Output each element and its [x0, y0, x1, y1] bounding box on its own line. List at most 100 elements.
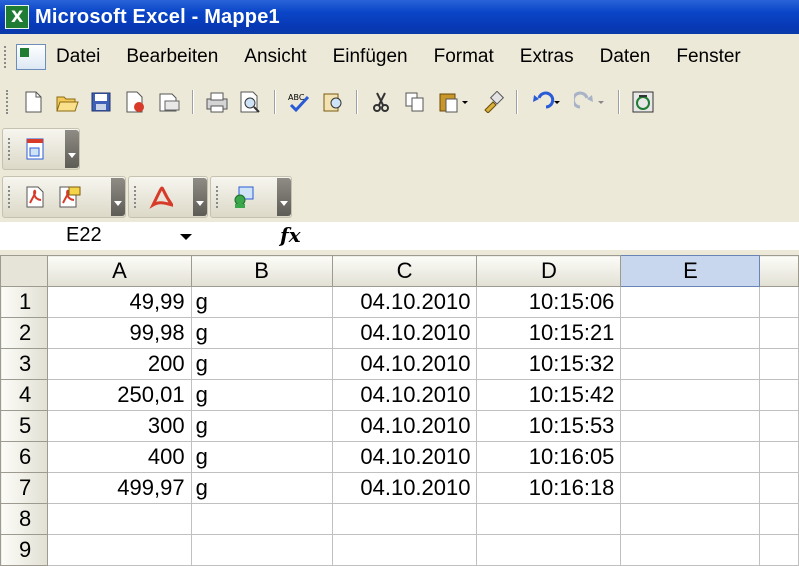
cell[interactable] [759, 472, 799, 504]
column-header-e[interactable]: E [620, 255, 761, 287]
row-header[interactable]: 4 [0, 379, 49, 411]
new-icon[interactable] [21, 90, 45, 114]
cell[interactable]: 499,97 [47, 472, 192, 504]
toolbar-grip[interactable] [6, 90, 12, 114]
menu-fenster[interactable]: Fenster [676, 46, 740, 68]
cell[interactable]: 10:15:32 [476, 348, 622, 380]
cell[interactable]: g [190, 472, 333, 504]
menu-ansicht[interactable]: Ansicht [244, 46, 306, 68]
cell[interactable]: 04.10.2010 [331, 317, 478, 349]
menu-extras[interactable]: Extras [520, 46, 574, 68]
cell[interactable] [620, 286, 761, 318]
toolbar-options-chevron[interactable] [65, 130, 79, 168]
insert-function-button[interactable]: fx [280, 223, 301, 247]
cell[interactable]: 04.10.2010 [331, 441, 478, 473]
menu-einfuegen[interactable]: Einfügen [333, 46, 408, 68]
cell[interactable] [759, 410, 799, 442]
cell[interactable]: g [190, 286, 333, 318]
pdf-email-icon[interactable] [57, 185, 81, 209]
toolbar-options-chevron[interactable] [193, 178, 207, 216]
format-painter-icon[interactable] [481, 90, 505, 114]
open-icon[interactable] [55, 90, 79, 114]
row-header[interactable]: 1 [0, 286, 49, 318]
cell[interactable]: 49,99 [47, 286, 192, 318]
cell[interactable] [759, 348, 799, 380]
cell[interactable]: 10:15:53 [476, 410, 622, 442]
toolbar-grip[interactable] [216, 186, 221, 208]
cell[interactable]: 250,01 [47, 379, 192, 411]
spelling-icon[interactable]: ABC [287, 90, 311, 114]
cell[interactable] [47, 534, 192, 566]
column-header-f[interactable] [759, 255, 799, 287]
cut-icon[interactable] [369, 90, 393, 114]
cell[interactable]: g [190, 317, 333, 349]
print-icon[interactable] [205, 90, 229, 114]
cell[interactable]: 400 [47, 441, 192, 473]
cell[interactable] [620, 503, 761, 535]
name-box[interactable]: E22 [2, 222, 200, 250]
print-preview-icon[interactable] [239, 90, 263, 114]
column-header-a[interactable]: A [47, 255, 192, 287]
cell[interactable] [331, 534, 478, 566]
cell[interactable] [620, 348, 761, 380]
cell[interactable]: 04.10.2010 [331, 348, 478, 380]
cell[interactable]: 10:15:21 [476, 317, 622, 349]
email-icon[interactable] [157, 90, 181, 114]
cell[interactable] [190, 503, 333, 535]
cell[interactable]: 10:16:05 [476, 441, 622, 473]
cell[interactable] [620, 410, 761, 442]
toolbar-grip[interactable] [8, 186, 13, 208]
save-icon[interactable] [89, 90, 113, 114]
cell[interactable] [759, 503, 799, 535]
cell[interactable]: 99,98 [47, 317, 192, 349]
chevron-down-icon[interactable] [180, 234, 192, 240]
cell[interactable] [759, 534, 799, 566]
column-header-b[interactable]: B [190, 255, 333, 287]
cell[interactable] [476, 503, 622, 535]
copy-icon[interactable] [403, 90, 427, 114]
cell[interactable] [759, 441, 799, 473]
cell[interactable] [331, 503, 478, 535]
form-icon[interactable] [23, 137, 47, 161]
menu-bearbeiten[interactable]: Bearbeiten [126, 46, 218, 68]
toolbar-grip[interactable] [8, 138, 13, 160]
row-header[interactable]: 5 [0, 410, 49, 442]
cell[interactable] [759, 317, 799, 349]
cell[interactable]: 10:16:18 [476, 472, 622, 504]
cell[interactable]: 10:15:42 [476, 379, 622, 411]
cell[interactable] [47, 503, 192, 535]
cell[interactable]: 04.10.2010 [331, 379, 478, 411]
row-header[interactable]: 2 [0, 317, 49, 349]
cell[interactable] [620, 379, 761, 411]
cell[interactable]: g [190, 410, 333, 442]
cell[interactable] [620, 534, 761, 566]
cell[interactable]: g [190, 348, 333, 380]
cell[interactable]: g [190, 441, 333, 473]
formula-input[interactable] [304, 222, 799, 250]
excel-app-icon[interactable] [5, 5, 29, 29]
row-header[interactable]: 8 [0, 503, 49, 535]
cell[interactable] [190, 534, 333, 566]
cell[interactable]: 200 [47, 348, 192, 380]
toolbar-options-chevron[interactable] [111, 178, 125, 216]
office-icon[interactable] [631, 90, 655, 114]
menu-datei[interactable]: Datei [56, 46, 100, 68]
cell[interactable] [759, 286, 799, 318]
workbook-icon[interactable] [16, 44, 46, 70]
cell[interactable] [759, 379, 799, 411]
acrobat-icon[interactable] [149, 185, 173, 209]
row-header[interactable]: 7 [0, 472, 49, 504]
toolbar-grip[interactable] [134, 186, 139, 208]
cell[interactable]: 300 [47, 410, 192, 442]
row-header[interactable]: 9 [0, 534, 49, 566]
permission-icon[interactable] [123, 90, 147, 114]
cell[interactable]: g [190, 379, 333, 411]
cell[interactable]: 04.10.2010 [331, 410, 478, 442]
toolbar-options-chevron[interactable] [277, 178, 291, 216]
menu-format[interactable]: Format [434, 46, 494, 68]
cell[interactable] [476, 534, 622, 566]
column-header-c[interactable]: C [331, 255, 478, 287]
cell[interactable] [620, 317, 761, 349]
menu-daten[interactable]: Daten [600, 46, 651, 68]
paste-icon[interactable] [437, 90, 471, 114]
